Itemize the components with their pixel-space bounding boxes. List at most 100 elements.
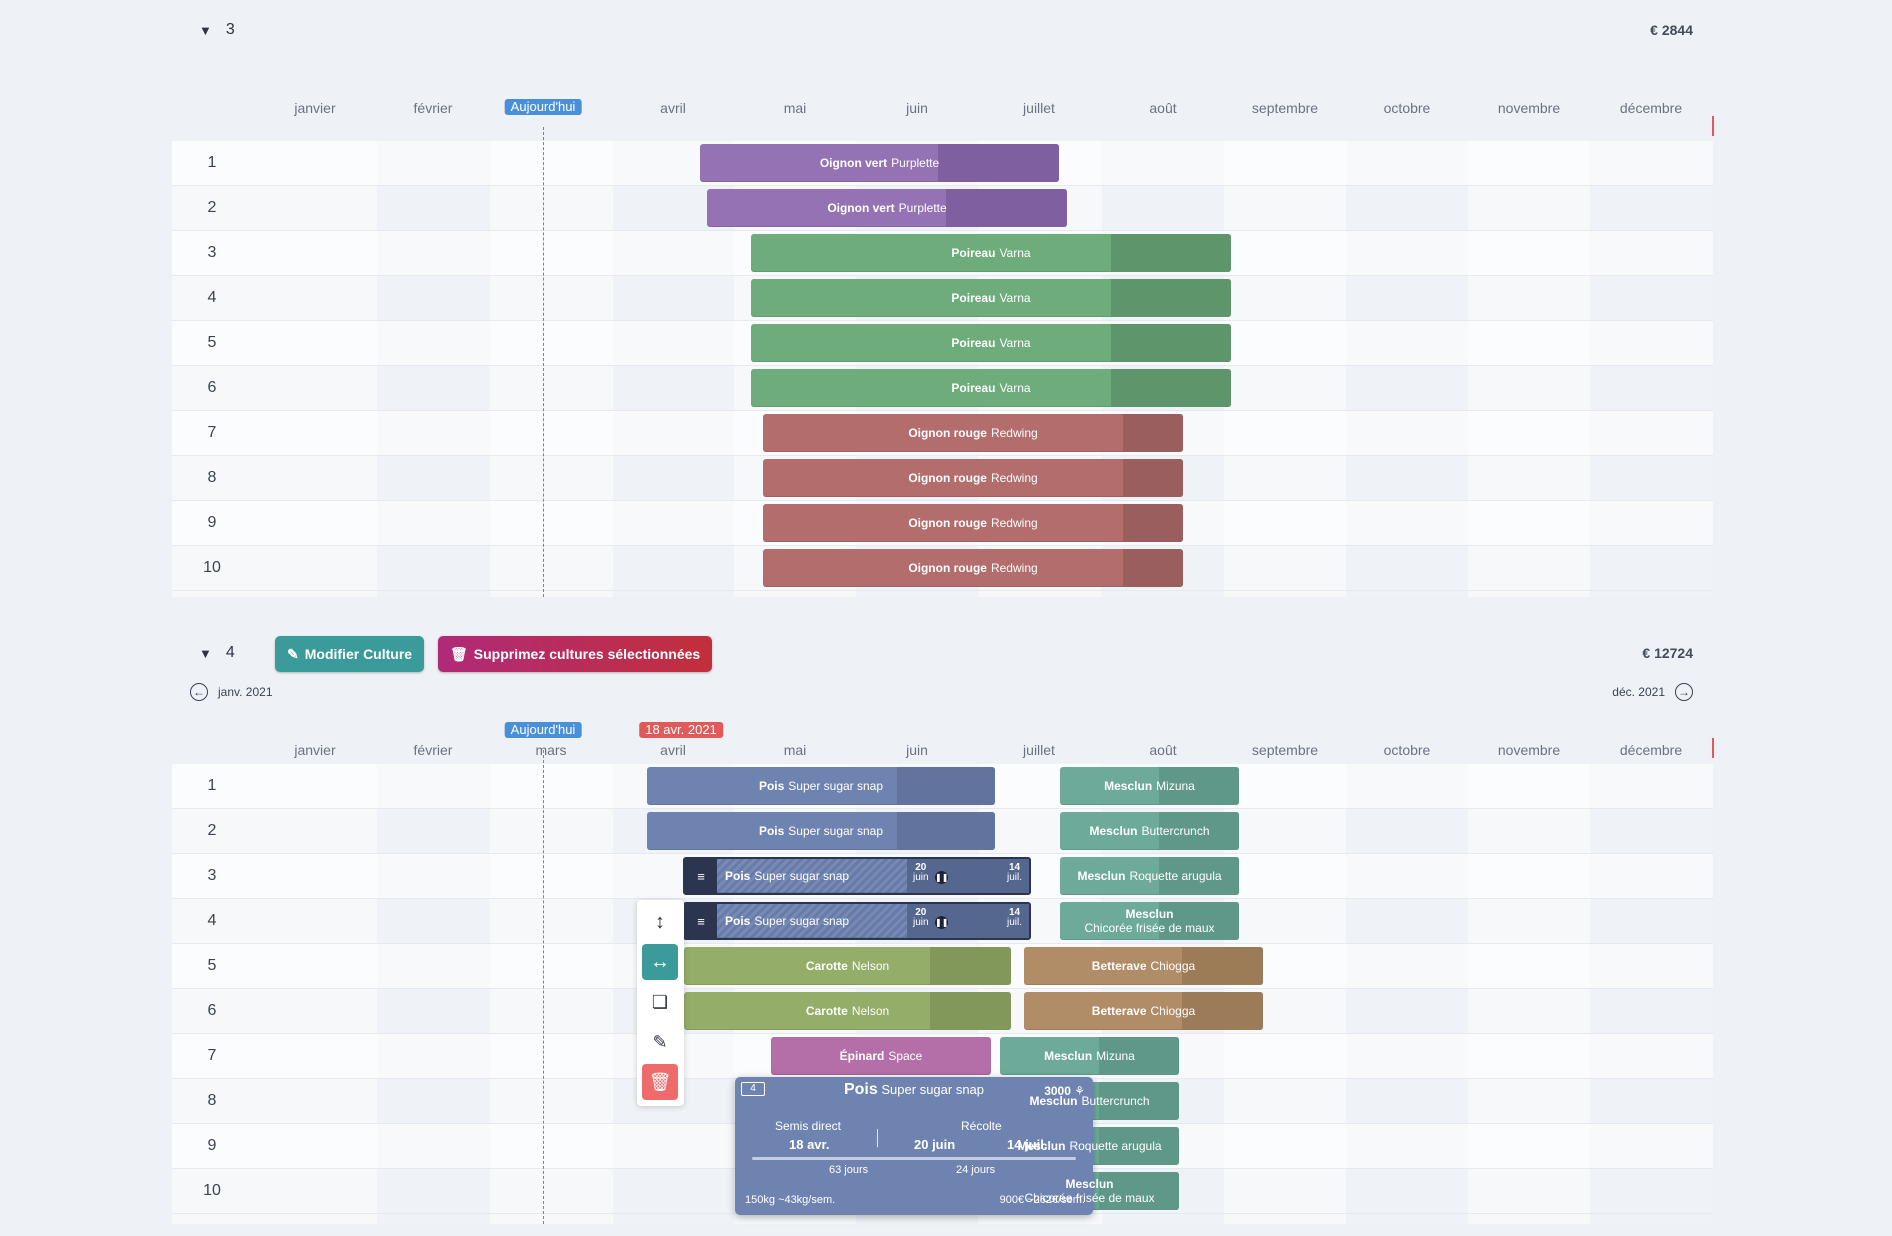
harvest-period — [1111, 324, 1231, 362]
row-number: 9 — [207, 1137, 217, 1154]
date-marker: 20 juin — [913, 907, 929, 928]
crop-name: Mesclun — [1044, 1049, 1093, 1063]
crop-variety: Redwing — [990, 471, 1038, 485]
crop-variety: Super sugar snap — [788, 824, 884, 838]
next-year-nav[interactable]: déc. 2021 → — [1612, 683, 1693, 701]
crop-bar[interactable]: Pois Super sugar snap — [647, 812, 995, 850]
edit-pencil-icon[interactable]: ✎ — [642, 1024, 678, 1060]
crop-bar[interactable]: Mesclun Mizuna — [1000, 1037, 1179, 1075]
crop-label: Mesclun Roquette arugula — [1077, 869, 1221, 883]
crop-variety: Chiogga — [1150, 1004, 1196, 1018]
row-number: 6 — [207, 379, 217, 396]
month-header: janvier février mars avril mai juin juillet aoû… — [0, 740, 1892, 760]
crop-bar[interactable]: PoisSuper sugar snap ≡ 20juin ❚❚ 14juil. ❚❚ — [683, 902, 1031, 940]
row-number: 2 — [207, 199, 217, 216]
row-number: 1 — [207, 777, 217, 794]
duplicate-icon[interactable]: ❏ — [642, 984, 678, 1020]
crop-bar[interactable]: Mesclun Buttercrunch — [1060, 812, 1239, 850]
section-title: 4 — [225, 644, 235, 661]
crop-bar[interactable]: Poireau Varna — [751, 324, 1231, 362]
row-number: 10 — [203, 1182, 221, 1199]
drag-handle-icon[interactable]: ≡ — [685, 904, 717, 938]
crop-label: Poireau Varna — [951, 381, 1030, 395]
crop-bar[interactable]: Pois Super sugar snap — [647, 767, 995, 805]
crop-bar[interactable]: Betterave Chiogga — [1024, 992, 1263, 1030]
row-number: 2 — [207, 822, 217, 839]
crop-label: Mesclun Chicorée frisée de maux — [1024, 1177, 1154, 1205]
crop-bar[interactable]: Oignon vert Purplette — [707, 189, 1067, 227]
crop-label: Mesclun Buttercrunch — [1089, 824, 1209, 838]
month-label: février — [413, 742, 453, 758]
row-number: 6 — [207, 1002, 217, 1019]
crop-bar[interactable]: Carotte Nelson — [684, 992, 1011, 1030]
arrow-left-icon: ← — [190, 683, 208, 701]
month-label: août — [1149, 742, 1177, 758]
crop-bar[interactable]: Oignon rouge Redwing — [763, 459, 1183, 497]
harvest-days: 24 jours — [956, 1164, 996, 1176]
month-label: décembre — [1619, 742, 1683, 758]
crop-bar[interactable]: Mesclun Roquette arugula — [1060, 857, 1239, 895]
prev-year-nav[interactable]: ← janv. 2021 — [190, 683, 273, 701]
edit-crop-button[interactable]: ✎ Modifier Culture — [275, 636, 425, 672]
harvest-period — [1111, 279, 1231, 317]
crop-bar[interactable]: Mesclun Mizuna — [1060, 767, 1239, 805]
harvest-period — [930, 947, 1011, 985]
row-number: 5 — [207, 957, 217, 974]
collapse-toggle-icon[interactable]: ▼ — [199, 646, 212, 661]
crop-name: Mesclun — [1077, 869, 1126, 883]
crop-bar[interactable]: Oignon rouge Redwing — [763, 549, 1183, 587]
crop-name: Épinard — [839, 1049, 885, 1063]
resize-horizontal-icon[interactable]: ↔ — [642, 944, 678, 980]
crop-variety: Varna — [999, 336, 1031, 350]
crop-bar[interactable]: Épinard Space — [771, 1037, 991, 1075]
harvest-period — [930, 992, 1011, 1030]
drag-handle-icon[interactable]: ≡ — [685, 859, 717, 893]
crop-bar[interactable]: Poireau Varna — [751, 369, 1231, 407]
crop-bar[interactable]: Mesclun Chicorée frisée de maux — [1000, 1172, 1179, 1210]
crop-bar[interactable]: Oignon rouge Redwing — [763, 414, 1183, 452]
crop-bar[interactable]: Poireau Varna — [751, 279, 1231, 317]
crop-variety: Redwing — [990, 426, 1038, 440]
month-label: octobre — [1383, 742, 1431, 758]
month-label: juillet — [1023, 742, 1055, 758]
month-label: juillet — [1023, 100, 1055, 116]
year-end-marker — [1712, 738, 1714, 758]
sow-date: 18 avr. — [789, 1137, 830, 1152]
row-number: 3 — [207, 244, 217, 261]
month-label: janvier — [294, 742, 336, 758]
crop-bar[interactable]: Mesclun Chicorée frisée de maux — [1060, 902, 1239, 940]
crop-label: Pois Super sugar snap — [725, 869, 849, 883]
yield-estimate: 150kg ~43kg/sem. — [745, 1194, 836, 1206]
crop-variety: Redwing — [990, 561, 1038, 575]
crop-variety: Nelson — [851, 959, 890, 973]
crop-bar[interactable]: Poireau Varna — [751, 234, 1231, 272]
popup-divider — [877, 1129, 878, 1147]
crop-name: Oignon rouge — [908, 561, 987, 575]
date-marker: 14 juil. — [1007, 862, 1023, 883]
crop-label: Oignon rouge Redwing — [908, 426, 1037, 440]
crop-bar[interactable]: PoisSuper sugar snap ≡ 20juin ❚❚ 14juil. ❚❚ — [683, 857, 1031, 895]
crop-bar[interactable]: Carotte Nelson — [684, 947, 1011, 985]
crop-bar[interactable]: Oignon rouge Redwing — [763, 504, 1183, 542]
trash-icon: 🗑 — [450, 645, 468, 662]
crop-label: Mesclun Buttercrunch — [1029, 1094, 1149, 1108]
crop-bar[interactable]: Betterave Chiogga — [1024, 947, 1263, 985]
pause-icon: ❚❚ — [1029, 871, 1031, 884]
delete-selected-button[interactable]: 🗑 Supprimez cultures sélectionnées — [438, 636, 713, 672]
delete-icon[interactable]: 🗑 — [642, 1064, 678, 1100]
move-vertical-icon[interactable]: ↕ — [642, 904, 678, 940]
row-number: 1 — [207, 154, 217, 171]
crop-name: Poireau — [951, 246, 996, 260]
pencil-icon: ✎ — [287, 645, 299, 662]
month-label: septembre — [1251, 100, 1319, 116]
crop-label: Oignon rouge Redwing — [908, 561, 1037, 575]
collapse-toggle-icon[interactable]: ▼ — [199, 23, 212, 38]
crop-label: Oignon rouge Redwing — [908, 516, 1037, 530]
crop-name: Mesclun — [1089, 824, 1138, 838]
month-label: février — [413, 100, 453, 116]
crop-variety: Buttercrunch — [1081, 1094, 1150, 1108]
month-label: novembre — [1497, 742, 1561, 758]
crop-label: Carotte Nelson — [806, 959, 889, 973]
crop-bar[interactable]: Oignon vert Purplette — [700, 144, 1059, 182]
row-number: 7 — [207, 1047, 217, 1064]
